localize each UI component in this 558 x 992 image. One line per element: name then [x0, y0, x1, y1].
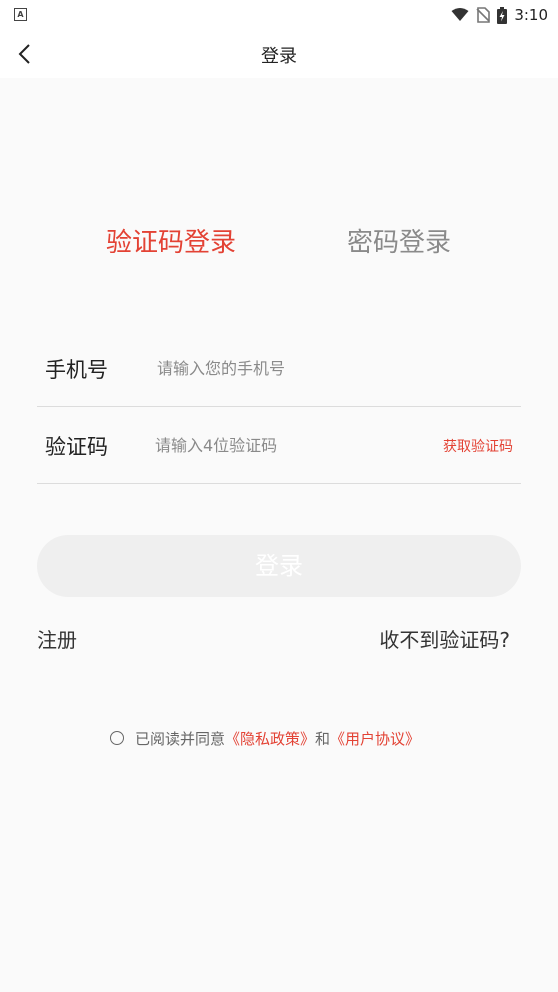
- agreement-row: 已阅读并同意 《隐私政策》 和 《用户协议》: [110, 727, 420, 749]
- agreement-and: 和: [315, 729, 331, 748]
- phone-row: 手机号: [37, 330, 521, 407]
- page-title: 登录: [261, 46, 297, 67]
- notification-icon: A: [14, 8, 27, 21]
- login-button[interactable]: 登录: [37, 535, 521, 597]
- agree-radio[interactable]: [110, 731, 124, 745]
- status-bar: A 3:10: [0, 0, 558, 30]
- tab-sms-login[interactable]: 验证码登录: [106, 222, 236, 259]
- get-code-button[interactable]: 获取验证码: [443, 436, 513, 456]
- privacy-policy-link[interactable]: 《隐私政策》: [225, 728, 315, 749]
- register-link[interactable]: 注册: [37, 624, 77, 653]
- login-mode-tabs: 验证码登录 密码登录: [0, 222, 558, 262]
- user-agreement-link[interactable]: 《用户协议》: [330, 728, 420, 749]
- clock: 3:10: [514, 6, 548, 24]
- phone-label: 手机号: [45, 358, 108, 382]
- no-code-link[interactable]: 收不到验证码?: [379, 624, 510, 653]
- code-input[interactable]: [153, 429, 427, 461]
- code-row: 验证码 获取验证码: [37, 407, 521, 484]
- phone-input[interactable]: [155, 352, 499, 384]
- code-label: 验证码: [45, 435, 108, 459]
- header: 登录: [0, 30, 558, 78]
- battery-charging-icon: [497, 6, 508, 24]
- tab-password-login[interactable]: 密码登录: [347, 222, 451, 259]
- wifi-icon: [451, 8, 469, 21]
- no-sim-icon: [476, 7, 491, 23]
- agreement-prefix: 已阅读并同意: [135, 729, 226, 748]
- status-icons: 3:10: [451, 4, 548, 26]
